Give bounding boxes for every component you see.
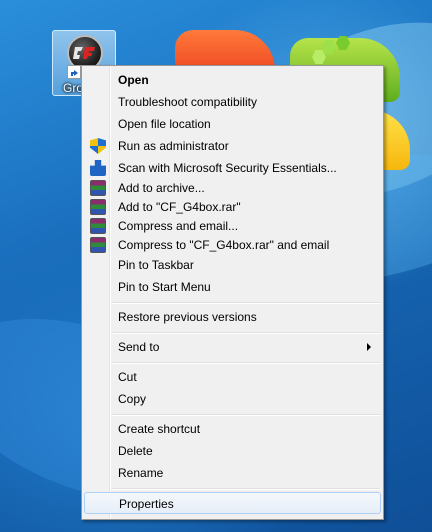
menu-item-cut[interactable]: Cut <box>84 366 381 388</box>
menu-item-rename[interactable]: Rename <box>84 462 381 484</box>
submenu-arrow-icon <box>367 343 371 351</box>
menu-item-open[interactable]: Open <box>84 69 381 91</box>
menu-item-compress-to-rar-and-email[interactable]: Compress to "CF_G4box.rar" and email <box>84 234 381 256</box>
menu-item-troubleshoot-compatibility[interactable]: Troubleshoot compatibility <box>84 91 381 113</box>
menu-item-label: Run as administrator <box>118 139 229 153</box>
menu-item-delete[interactable]: Delete <box>84 440 381 462</box>
menu-item-label: Restore previous versions <box>118 310 257 324</box>
security-essentials-icon <box>90 160 106 176</box>
menu-item-send-to[interactable]: Send to <box>84 336 381 358</box>
menu-item-pin-to-taskbar[interactable]: Pin to Taskbar <box>84 254 381 276</box>
menu-item-pin-to-start-menu[interactable]: Pin to Start Menu <box>84 276 381 298</box>
menu-item-scan-security-essentials[interactable]: Scan with Microsoft Security Essentials.… <box>84 157 381 179</box>
menu-item-label: Rename <box>118 466 164 480</box>
shortcut-arrow-icon <box>67 65 81 79</box>
menu-separator <box>112 332 380 334</box>
winrar-icon <box>90 199 106 215</box>
winrar-icon <box>90 237 106 253</box>
menu-item-label: Scan with Microsoft Security Essentials.… <box>118 161 337 175</box>
menu-item-copy[interactable]: Copy <box>84 388 381 410</box>
menu-separator <box>112 414 380 416</box>
menu-item-open-file-location[interactable]: Open file location <box>84 113 381 135</box>
menu-item-run-as-administrator[interactable]: Run as administrator <box>84 135 381 157</box>
winrar-icon <box>90 218 106 234</box>
menu-item-label: Pin to Start Menu <box>118 280 211 294</box>
desktop-icon-label: Gro <box>63 81 84 95</box>
menu-item-label: Properties <box>119 497 174 511</box>
cf-logo-icon <box>73 47 95 59</box>
menu-separator <box>112 302 380 304</box>
menu-item-label: Compress to "CF_G4box.rar" and email <box>118 238 330 252</box>
winrar-icon <box>90 180 106 196</box>
menu-item-label: Open <box>118 73 149 87</box>
uac-shield-icon <box>90 138 106 154</box>
menu-separator <box>112 362 380 364</box>
menu-item-label: Create shortcut <box>118 422 201 436</box>
menu-item-label: Delete <box>118 444 153 458</box>
menu-item-label: Copy <box>118 392 147 406</box>
menu-item-create-shortcut[interactable]: Create shortcut <box>84 418 381 440</box>
menu-item-restore-previous-versions[interactable]: Restore previous versions <box>84 306 381 328</box>
context-menu: Open Troubleshoot compatibility Open fil… <box>81 65 384 520</box>
menu-item-label: Troubleshoot compatibility <box>118 95 257 109</box>
menu-separator <box>112 488 380 490</box>
menu-item-properties[interactable]: Properties <box>84 492 381 514</box>
menu-item-label: Send to <box>118 340 160 354</box>
menu-item-label: Cut <box>118 370 137 384</box>
menu-item-label: Pin to Taskbar <box>118 258 194 272</box>
menu-item-label: Open file location <box>118 117 211 131</box>
